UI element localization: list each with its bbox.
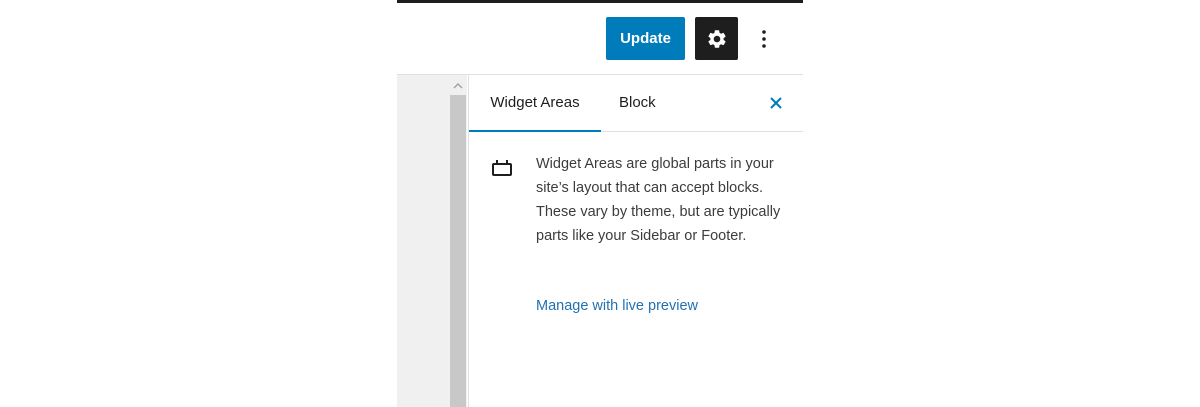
editor-frame: Update Widget Areas Block Widget Areas a… — [397, 0, 803, 407]
update-button[interactable]: Update — [606, 17, 685, 60]
scrollbar-thumb[interactable] — [450, 95, 466, 407]
settings-button[interactable] — [695, 17, 738, 60]
close-sidebar-button[interactable] — [765, 92, 787, 114]
tab-block[interactable]: Block — [619, 75, 656, 131]
active-tab-indicator — [469, 130, 601, 132]
close-icon — [770, 97, 782, 109]
gear-icon — [707, 29, 726, 48]
tab-widget-areas[interactable]: Widget Areas — [469, 75, 601, 132]
settings-sidebar: Widget Areas Block Widget Areas are glob… — [468, 75, 803, 407]
more-options-button[interactable] — [752, 23, 776, 55]
scroll-up-arrow-icon[interactable] — [449, 77, 467, 93]
tab-widget-areas-label: Widget Areas — [490, 94, 580, 111]
scrollbar[interactable] — [449, 75, 467, 407]
manage-live-preview-link[interactable]: Manage with live preview — [536, 294, 698, 318]
tab-block-label: Block — [619, 94, 656, 111]
widget-area-icon — [492, 160, 512, 176]
sidebar-tabs: Widget Areas Block — [469, 75, 803, 132]
vertical-ellipsis-icon — [762, 30, 766, 48]
editor-canvas — [397, 75, 449, 407]
widget-areas-description: Widget Areas are global parts in your si… — [536, 156, 781, 244]
editor-header: Update — [397, 3, 803, 75]
